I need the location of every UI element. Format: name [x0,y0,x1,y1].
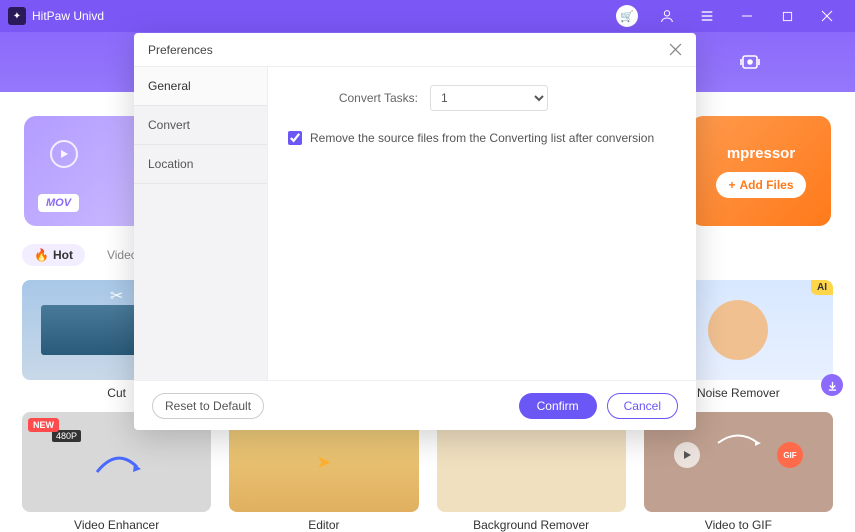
modal-title: Preferences [148,43,669,57]
modal-close-button[interactable] [669,43,682,56]
remove-source-label: Remove the source files from the Convert… [310,131,654,145]
add-files-label: Add Files [740,178,794,192]
sidebar-item-location[interactable]: Location [134,145,267,184]
cart-button[interactable]: 🛒 [607,1,647,31]
app-logo-icon: ✦ [8,7,26,25]
preferences-modal: Preferences General Convert Location Con… [134,33,696,430]
record-icon [738,50,762,74]
compressor-title: mpressor [727,145,795,162]
gif-badge-icon: GIF [777,442,803,468]
confirm-button[interactable]: Confirm [519,393,597,419]
download-icon [827,380,838,391]
filter-row: 🔥 Hot Video [22,244,149,266]
tools-grid-2: 480P Video Enhancer ➤ Editor Background … [22,412,833,532]
compressor-card: mpressor + Add Files [691,116,831,226]
close-button[interactable] [807,1,847,31]
minimize-icon [741,10,753,22]
close-icon [821,10,833,22]
convert-tasks-select[interactable]: 1 [430,85,548,111]
filter-video-label: Video [107,248,137,262]
modal-footer: Reset to Default Confirm Cancel [134,380,696,430]
format-badge: MOV [38,194,79,212]
maximize-icon [782,11,793,22]
sidebar-item-general[interactable]: General [134,67,267,106]
reset-button[interactable]: Reset to Default [152,393,264,419]
account-button[interactable] [647,1,687,31]
maximize-button[interactable] [767,1,807,31]
cart-icon: 🛒 [616,5,638,27]
plus-icon: + [728,178,735,192]
play-icon [674,442,700,468]
convert-tasks-label: Convert Tasks: [288,91,418,105]
tool-bg-label: Background Remover [437,518,626,532]
cursor-icon: ➤ [316,452,331,473]
badge-480p: 480P [52,430,81,442]
app-title: HitPaw Univd [32,9,607,23]
titlebar: ✦ HitPaw Univd 🛒 [0,0,855,32]
menu-icon [699,8,715,24]
menu-button[interactable] [687,1,727,31]
minimize-button[interactable] [727,1,767,31]
sidebar-item-convert[interactable]: Convert [134,106,267,145]
tool-gif-label: Video to GIF [644,518,833,532]
scissor-icon: ✂ [110,286,123,306]
fire-icon: 🔥 [34,248,49,262]
filter-hot[interactable]: 🔥 Hot [22,244,85,266]
close-icon [669,43,682,56]
play-circle-icon [50,140,78,168]
tool-enhancer-label: Video Enhancer [22,518,211,532]
modal-header: Preferences [134,33,696,67]
remove-source-checkbox[interactable] [288,131,302,145]
cancel-button[interactable]: Cancel [607,393,678,419]
add-files-button[interactable]: + Add Files [716,172,805,198]
tab-record[interactable] [722,42,778,82]
modal-sidebar: General Convert Location [134,67,268,380]
download-button[interactable] [821,374,843,396]
user-icon [659,8,675,24]
modal-main: Convert Tasks: 1 Remove the source files… [268,67,696,380]
filter-hot-label: Hot [53,248,73,262]
tool-editor-label: Editor [229,518,418,532]
